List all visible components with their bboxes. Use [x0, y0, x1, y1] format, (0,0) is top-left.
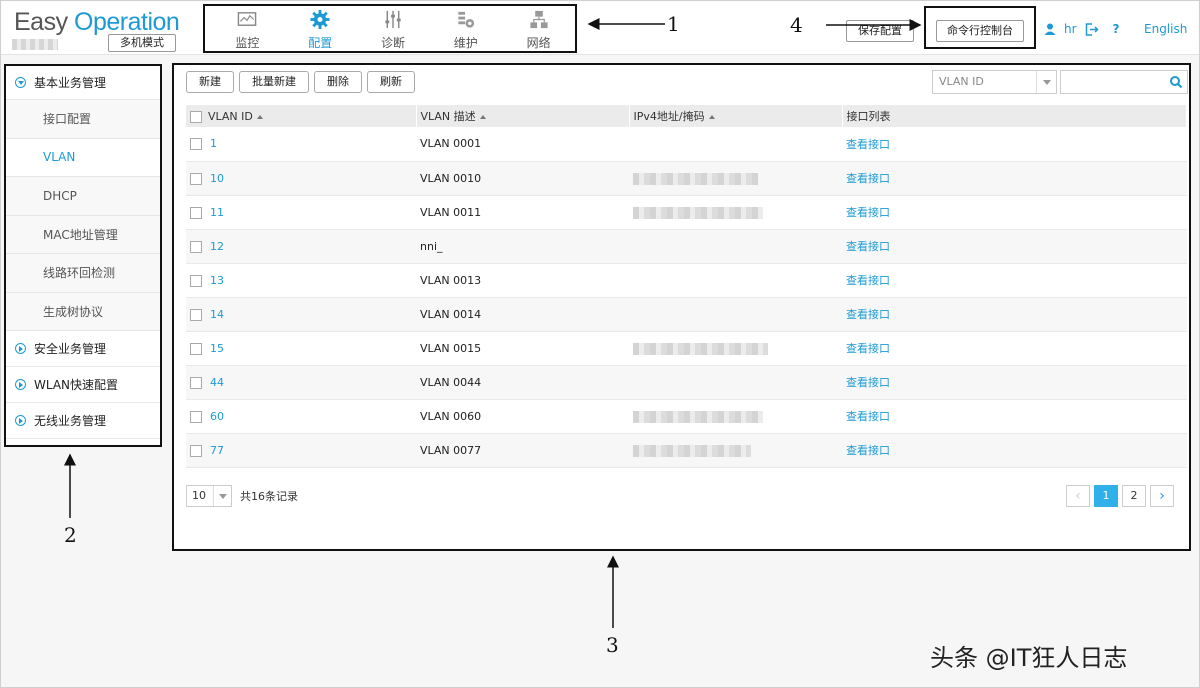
callout-4: 4: [790, 13, 803, 37]
callout-2: 2: [64, 523, 77, 547]
callout-1: 1: [667, 12, 680, 36]
callout-arrows: [64, 18, 922, 628]
watermark: 头条 @IT狂人日志: [930, 644, 1128, 672]
callout-3: 3: [606, 633, 619, 657]
